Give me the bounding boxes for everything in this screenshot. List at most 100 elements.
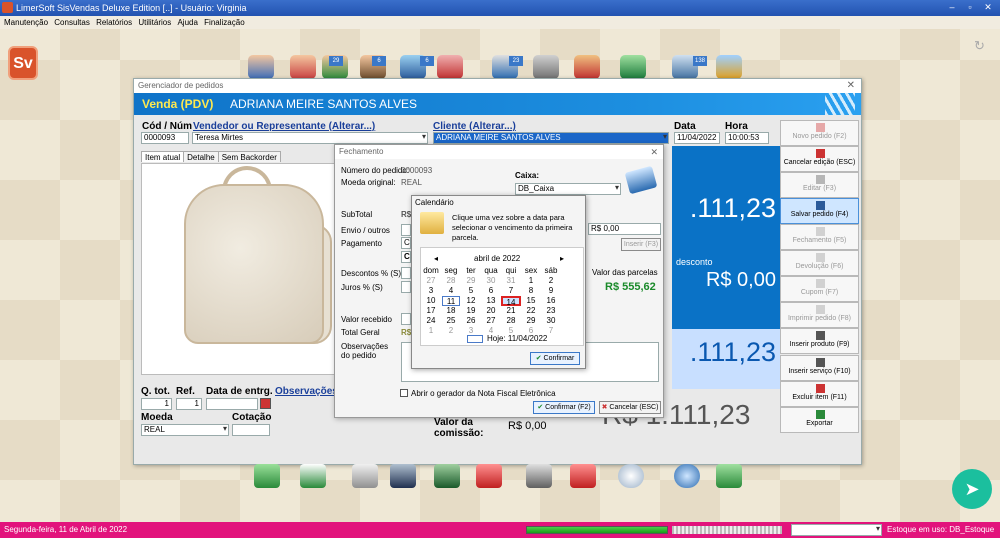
close-button[interactable]: ✕ (982, 2, 994, 13)
side-button-10[interactable]: Excluir item (F11) (780, 381, 859, 407)
side-button-4[interactable]: Fechamento (F5) (780, 224, 859, 250)
calendar-day[interactable]: 13 (481, 296, 501, 306)
qtot-input[interactable]: 1 (141, 398, 172, 410)
reports-icon[interactable] (716, 55, 742, 79)
menu-ajuda[interactable]: Ajuda (177, 18, 197, 27)
pagamento-select-2[interactable]: Ca (401, 251, 411, 263)
money-icon[interactable] (620, 55, 646, 79)
send-icon[interactable]: ➤ (952, 469, 992, 509)
calendar-day[interactable]: 29 (461, 276, 481, 286)
truck-icon[interactable] (570, 464, 596, 488)
bag-icon[interactable] (716, 464, 742, 488)
side-button-9[interactable]: Inserir serviço (F10) (780, 355, 859, 381)
refresh-icon[interactable]: ↻ (974, 38, 988, 53)
users-icon[interactable] (290, 55, 316, 79)
side-button-8[interactable]: Inserir produto (F9) (780, 328, 859, 354)
client-select[interactable]: ADRIANA MEIRE SANTOS ALVES (433, 132, 669, 144)
side-button-2[interactable]: Editar (F3) (780, 172, 859, 198)
cash-drawer-icon[interactable] (434, 464, 460, 488)
calendar-day[interactable]: 2 (541, 276, 561, 286)
tab-detalhe[interactable]: Detalhe (183, 151, 219, 162)
calendar-day[interactable]: 7 (501, 286, 521, 296)
calendar-day[interactable]: 3 (421, 286, 441, 296)
ref-input[interactable]: 1 (176, 398, 202, 410)
calendar-day[interactable]: 27 (421, 276, 441, 286)
calendar-day[interactable]: 17 (421, 306, 441, 316)
calendar-day[interactable]: 28 (501, 316, 521, 326)
scanner-icon[interactable] (390, 464, 416, 488)
calendar-day[interactable]: 8 (521, 286, 541, 296)
menu-consultas[interactable]: Consultas (54, 18, 90, 27)
clients-icon[interactable] (248, 55, 274, 79)
confirmar-button[interactable]: ✔ Confirmar (F2) (533, 401, 595, 414)
cancelar-button[interactable]: ✖ Cancelar (ESC) (599, 401, 661, 414)
side-button-7[interactable]: Imprimir pedido (F8) (780, 302, 859, 328)
side-button-3[interactable]: Salvar pedido (F4) (780, 198, 859, 224)
obs-label[interactable]: Observações: (275, 386, 341, 397)
calendar-day[interactable]: 23 (541, 306, 561, 316)
valor-recebido-input[interactable] (401, 313, 411, 325)
next-month-button[interactable]: ▸ (560, 254, 564, 263)
seller-select[interactable]: Teresa Mirtes (192, 132, 428, 144)
side-button-5[interactable]: Devolução (F6) (780, 250, 859, 276)
window-close-button[interactable]: ✕ (847, 80, 855, 91)
tab-item-atual[interactable]: Item atual (141, 151, 185, 162)
envio-input[interactable] (401, 224, 411, 236)
hour-input[interactable]: 10:00:53 (725, 132, 769, 144)
minimize-button[interactable]: – (946, 2, 958, 13)
calendar-day[interactable]: 29 (521, 316, 541, 326)
money-stack-icon[interactable] (254, 464, 280, 488)
tools-icon[interactable] (533, 55, 559, 79)
fechamento-close-button[interactable]: ✕ (650, 147, 658, 158)
calendar-confirm-button[interactable]: ✔ Confirmar (530, 352, 580, 365)
calendar-day[interactable]: 15 (521, 296, 541, 306)
calendar-day[interactable]: 14 (501, 296, 521, 307)
menu-utilitarios[interactable]: Utilitários (138, 18, 171, 27)
menu-finalizacao[interactable]: Finalização (204, 18, 244, 27)
cod-input[interactable]: 0000093 (141, 132, 189, 144)
date-input[interactable]: 11/04/2022 (674, 132, 720, 144)
side-button-1[interactable]: Cancelar edição (ESC) (780, 146, 859, 172)
calendar-day[interactable]: 10 (421, 296, 441, 306)
calendar-day[interactable]: 20 (481, 306, 501, 316)
barcode-icon[interactable] (352, 464, 378, 488)
calendar-day[interactable]: 1 (521, 276, 541, 286)
finance-chart-icon[interactable] (300, 464, 326, 488)
today-label[interactable]: Hoje: 11/04/2022 (487, 334, 547, 343)
moeda-select[interactable]: REAL (141, 424, 229, 436)
disc-icon[interactable] (674, 464, 700, 488)
calendar-day[interactable]: 16 (541, 296, 561, 306)
calendar-day[interactable]: 31 (501, 276, 521, 286)
calendar-day[interactable]: 24 (421, 316, 441, 326)
calendar-day[interactable]: 26 (461, 316, 481, 326)
delivery-input[interactable] (206, 398, 258, 410)
cart-icon[interactable] (574, 55, 600, 79)
calendar-day[interactable]: 19 (461, 306, 481, 316)
client-label[interactable]: Cliente (Alterar...) (433, 121, 516, 132)
menu-relatorios[interactable]: Relatórios (96, 18, 132, 27)
calendar-day[interactable]: 2 (441, 326, 461, 336)
calendar-day[interactable]: 27 (481, 316, 501, 326)
calendar-day[interactable]: 1 (421, 326, 441, 336)
prev-month-button[interactable]: ◂ (434, 254, 438, 263)
cotacao-input[interactable] (232, 424, 270, 436)
calendar-day[interactable]: 25 (441, 316, 461, 326)
side-button-11[interactable]: Exportar (780, 407, 859, 433)
pagamento-select[interactable]: Ca (401, 237, 411, 249)
maximize-button[interactable]: ▫ (964, 2, 976, 13)
side-button-6[interactable]: Cupom (F7) (780, 276, 859, 302)
calendar-icon[interactable] (437, 55, 463, 79)
tab-sem-backorder[interactable]: Sem Backorder (217, 151, 281, 162)
calendar-day[interactable]: 6 (481, 286, 501, 296)
calendar-day[interactable]: 12 (461, 296, 481, 306)
calendar-day[interactable]: 4 (441, 286, 461, 296)
valor-input[interactable]: R$ 0,00 (588, 223, 661, 235)
calendar-day[interactable]: 30 (481, 276, 501, 286)
calendar-day[interactable]: 11 (442, 296, 460, 306)
storage-icon[interactable] (526, 464, 552, 488)
calendar-day[interactable]: 18 (441, 306, 461, 316)
calendar-day[interactable]: 28 (441, 276, 461, 286)
tag-icon[interactable] (476, 464, 502, 488)
caixa-select[interactable]: DB_Caixa (515, 183, 621, 195)
calendar-day[interactable]: 22 (521, 306, 541, 316)
